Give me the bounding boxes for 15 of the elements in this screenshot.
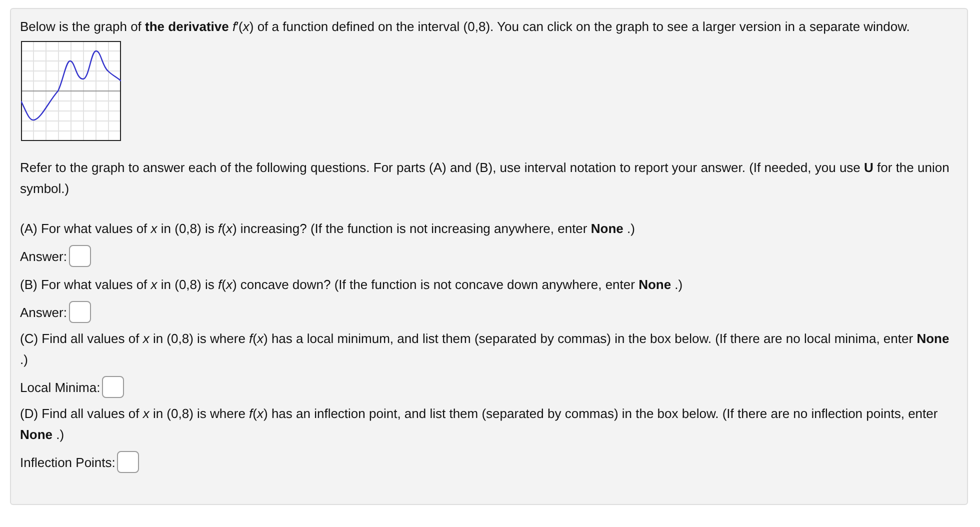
answer-field[interactable] — [102, 376, 124, 398]
answer-label: Inflection Points: — [20, 454, 116, 470]
answer-label: Answer: — [20, 248, 67, 264]
answer-field[interactable] — [68, 245, 91, 267]
instructions-text: Refer to the graph to answer each of the following questions. For parts (A) and (B), use interval notation to report your answer. (If needed, you use U for the union symbol.) — [20, 159, 950, 198]
answer-field[interactable] — [117, 451, 140, 473]
question-text: (C) Find all values of x in (0,8) is where f(x) has a local minimum, and list them (separated by commas) in the box below. (If there are no local minima, enter None .) — [20, 330, 950, 369]
question-text: (D) Find all values of x in (0,8) is where f(x) has an inflection point, and list them (separated by commas) in the box below. (If there are no inflection points, enter None .) — [20, 405, 939, 444]
question-text: (A) For what values of x in (0,8) is f(x) increasing? (If the function is not increasing anywhere, enter None .) — [20, 220, 636, 238]
derivative-graph-thumbnail[interactable] — [21, 41, 121, 141]
answer-label: Local Minima: — [20, 380, 100, 394]
intro-text: Below is the graph of the derivative f′(x) of a function defined on the interval (0,8). You can click on the graph to see a larger version in a separate window. — [20, 18, 911, 36]
question-text: (B) For what values of x in (0,8) is f(x) concave down? (If the function is not concave down anywhere, enter None .) — [20, 276, 684, 294]
answer-field[interactable] — [68, 301, 91, 323]
answer-label: Answer: — [20, 304, 67, 320]
